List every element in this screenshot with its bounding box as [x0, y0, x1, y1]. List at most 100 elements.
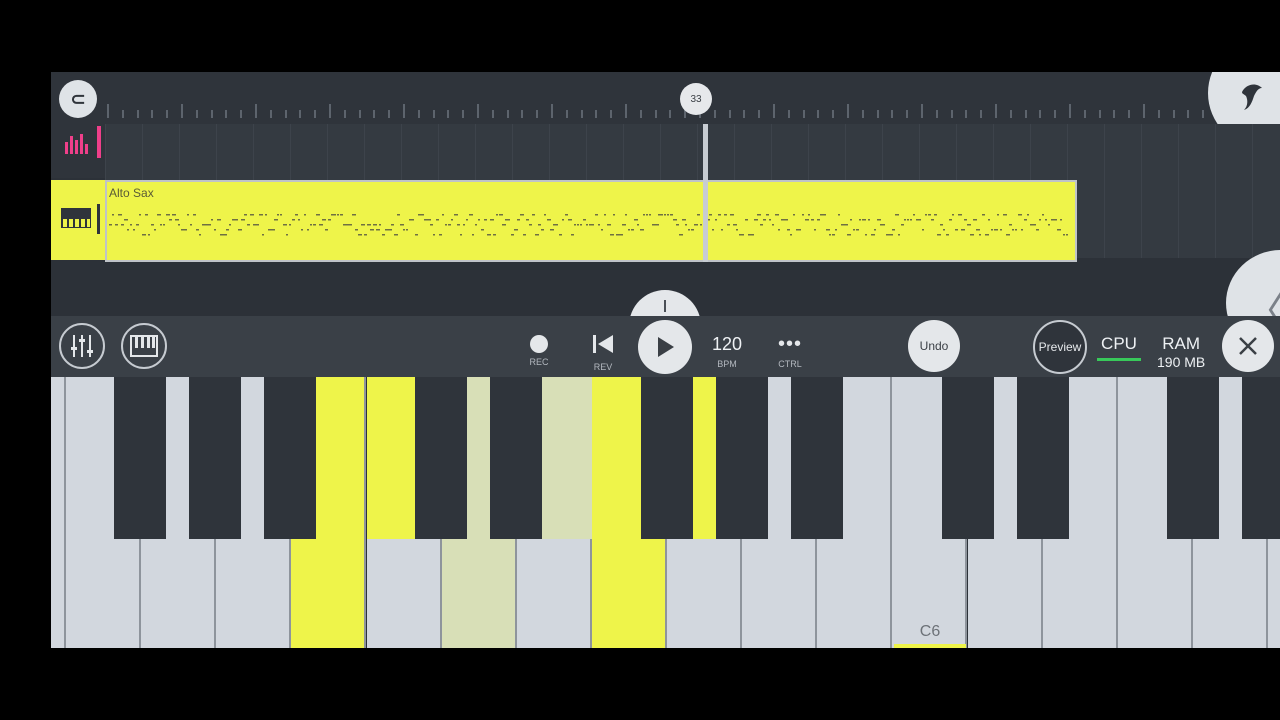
record-button[interactable]: REC [521, 335, 557, 367]
ruler-tick [269, 110, 272, 118]
black-key[interactable] [189, 377, 241, 539]
black-key[interactable] [716, 377, 768, 539]
clip-note [298, 219, 300, 221]
clip-note [322, 219, 326, 221]
clip-note [502, 224, 506, 226]
black-key[interactable] [114, 377, 166, 539]
clip-note [907, 219, 909, 221]
close-button[interactable] [1222, 320, 1274, 372]
black-key[interactable] [264, 377, 316, 539]
white-key[interactable] [51, 377, 66, 648]
controls-button[interactable]: ••• CTRL [773, 334, 807, 369]
play-button[interactable] [638, 320, 692, 374]
ruler-tick [358, 110, 361, 118]
ruler-tick [1069, 104, 1071, 118]
clip-note [448, 224, 451, 226]
song-position-marker[interactable]: 33 [680, 83, 712, 115]
black-key[interactable] [490, 377, 542, 539]
clip-note [145, 214, 148, 216]
ruler-tick [758, 110, 761, 118]
clip-note [622, 224, 626, 226]
clip-note [184, 229, 187, 231]
ruler-tick [580, 110, 583, 118]
clip-note [439, 234, 442, 236]
track-header-mixer[interactable] [51, 124, 105, 178]
tempo-label: BPM [717, 359, 737, 369]
clip-note [226, 229, 229, 231]
black-key[interactable] [415, 377, 467, 539]
clip-note [1006, 234, 1010, 236]
clip-note [112, 214, 114, 216]
undo-button[interactable]: Undo [908, 320, 960, 372]
clip-note [115, 224, 118, 226]
clip-note [1039, 219, 1041, 221]
clip-note [757, 214, 761, 216]
clip-note [265, 214, 267, 216]
clip-note [1012, 229, 1014, 231]
clip-note [535, 234, 539, 236]
clip-note [520, 214, 524, 216]
playhead[interactable] [703, 124, 708, 262]
clip-note [283, 224, 287, 226]
clip-note [913, 214, 915, 216]
key-highlight [693, 377, 717, 539]
clip-note [1003, 214, 1007, 216]
clip-note [160, 224, 162, 226]
black-key[interactable] [1167, 377, 1219, 539]
clip-note [898, 234, 900, 236]
clip-note [628, 229, 630, 231]
black-key[interactable] [1242, 377, 1280, 539]
ruler-tick [107, 104, 109, 118]
track-select-strip [97, 204, 100, 234]
clip-note [217, 219, 221, 221]
ruler-tick [1128, 110, 1131, 118]
preview-button[interactable]: Preview [1033, 320, 1087, 374]
clip-note [493, 234, 496, 236]
track-header-alto-sax[interactable] [51, 180, 105, 260]
key-highlight [542, 377, 592, 539]
pattern-clip-alto-sax[interactable]: Alto Sax [105, 180, 1077, 262]
clip-note [892, 229, 895, 231]
mixer-button[interactable] [59, 323, 105, 369]
clip-note [547, 219, 551, 221]
menu-logo-button[interactable]: ⊂ [59, 80, 97, 118]
tempo-control[interactable]: 120 BPM [707, 334, 747, 369]
clip-note [1063, 234, 1065, 236]
black-key[interactable] [641, 377, 693, 539]
rewind-button[interactable]: REV [585, 335, 621, 372]
piano-view-button[interactable] [121, 323, 167, 369]
ruler-tick [847, 104, 849, 118]
black-key[interactable] [1017, 377, 1069, 539]
clip-note [727, 224, 730, 226]
clip-note [1015, 229, 1017, 231]
ruler-tick [151, 110, 154, 118]
clip-note [277, 214, 279, 216]
clip-note [589, 224, 592, 226]
position-marker-label: 33 [690, 93, 702, 105]
timeline-ruler[interactable]: ⊂ 33 [51, 72, 1280, 148]
clip-note [736, 229, 738, 231]
clip-note [235, 219, 238, 221]
piano-keys-icon [130, 335, 158, 357]
ruler-tick [1009, 110, 1012, 118]
black-key[interactable] [942, 377, 994, 539]
clip-note [607, 224, 611, 226]
clip-note [127, 229, 129, 231]
clip-note [724, 214, 727, 216]
clip-note [688, 229, 690, 231]
clip-note [670, 214, 673, 216]
clip-note [352, 214, 356, 216]
clip-note [958, 214, 962, 216]
clip-note [541, 229, 544, 231]
ruler-tick [388, 110, 391, 118]
clip-note [1060, 219, 1062, 221]
clip-note [922, 229, 924, 231]
black-key[interactable] [791, 377, 843, 539]
clip-note [151, 224, 154, 226]
ruler-tick [255, 104, 257, 118]
clip-note [328, 219, 331, 221]
clip-note [637, 224, 639, 226]
playlist-lane-1[interactable] [105, 124, 1280, 178]
clip-note [754, 219, 758, 221]
track-color-strip [97, 126, 101, 158]
